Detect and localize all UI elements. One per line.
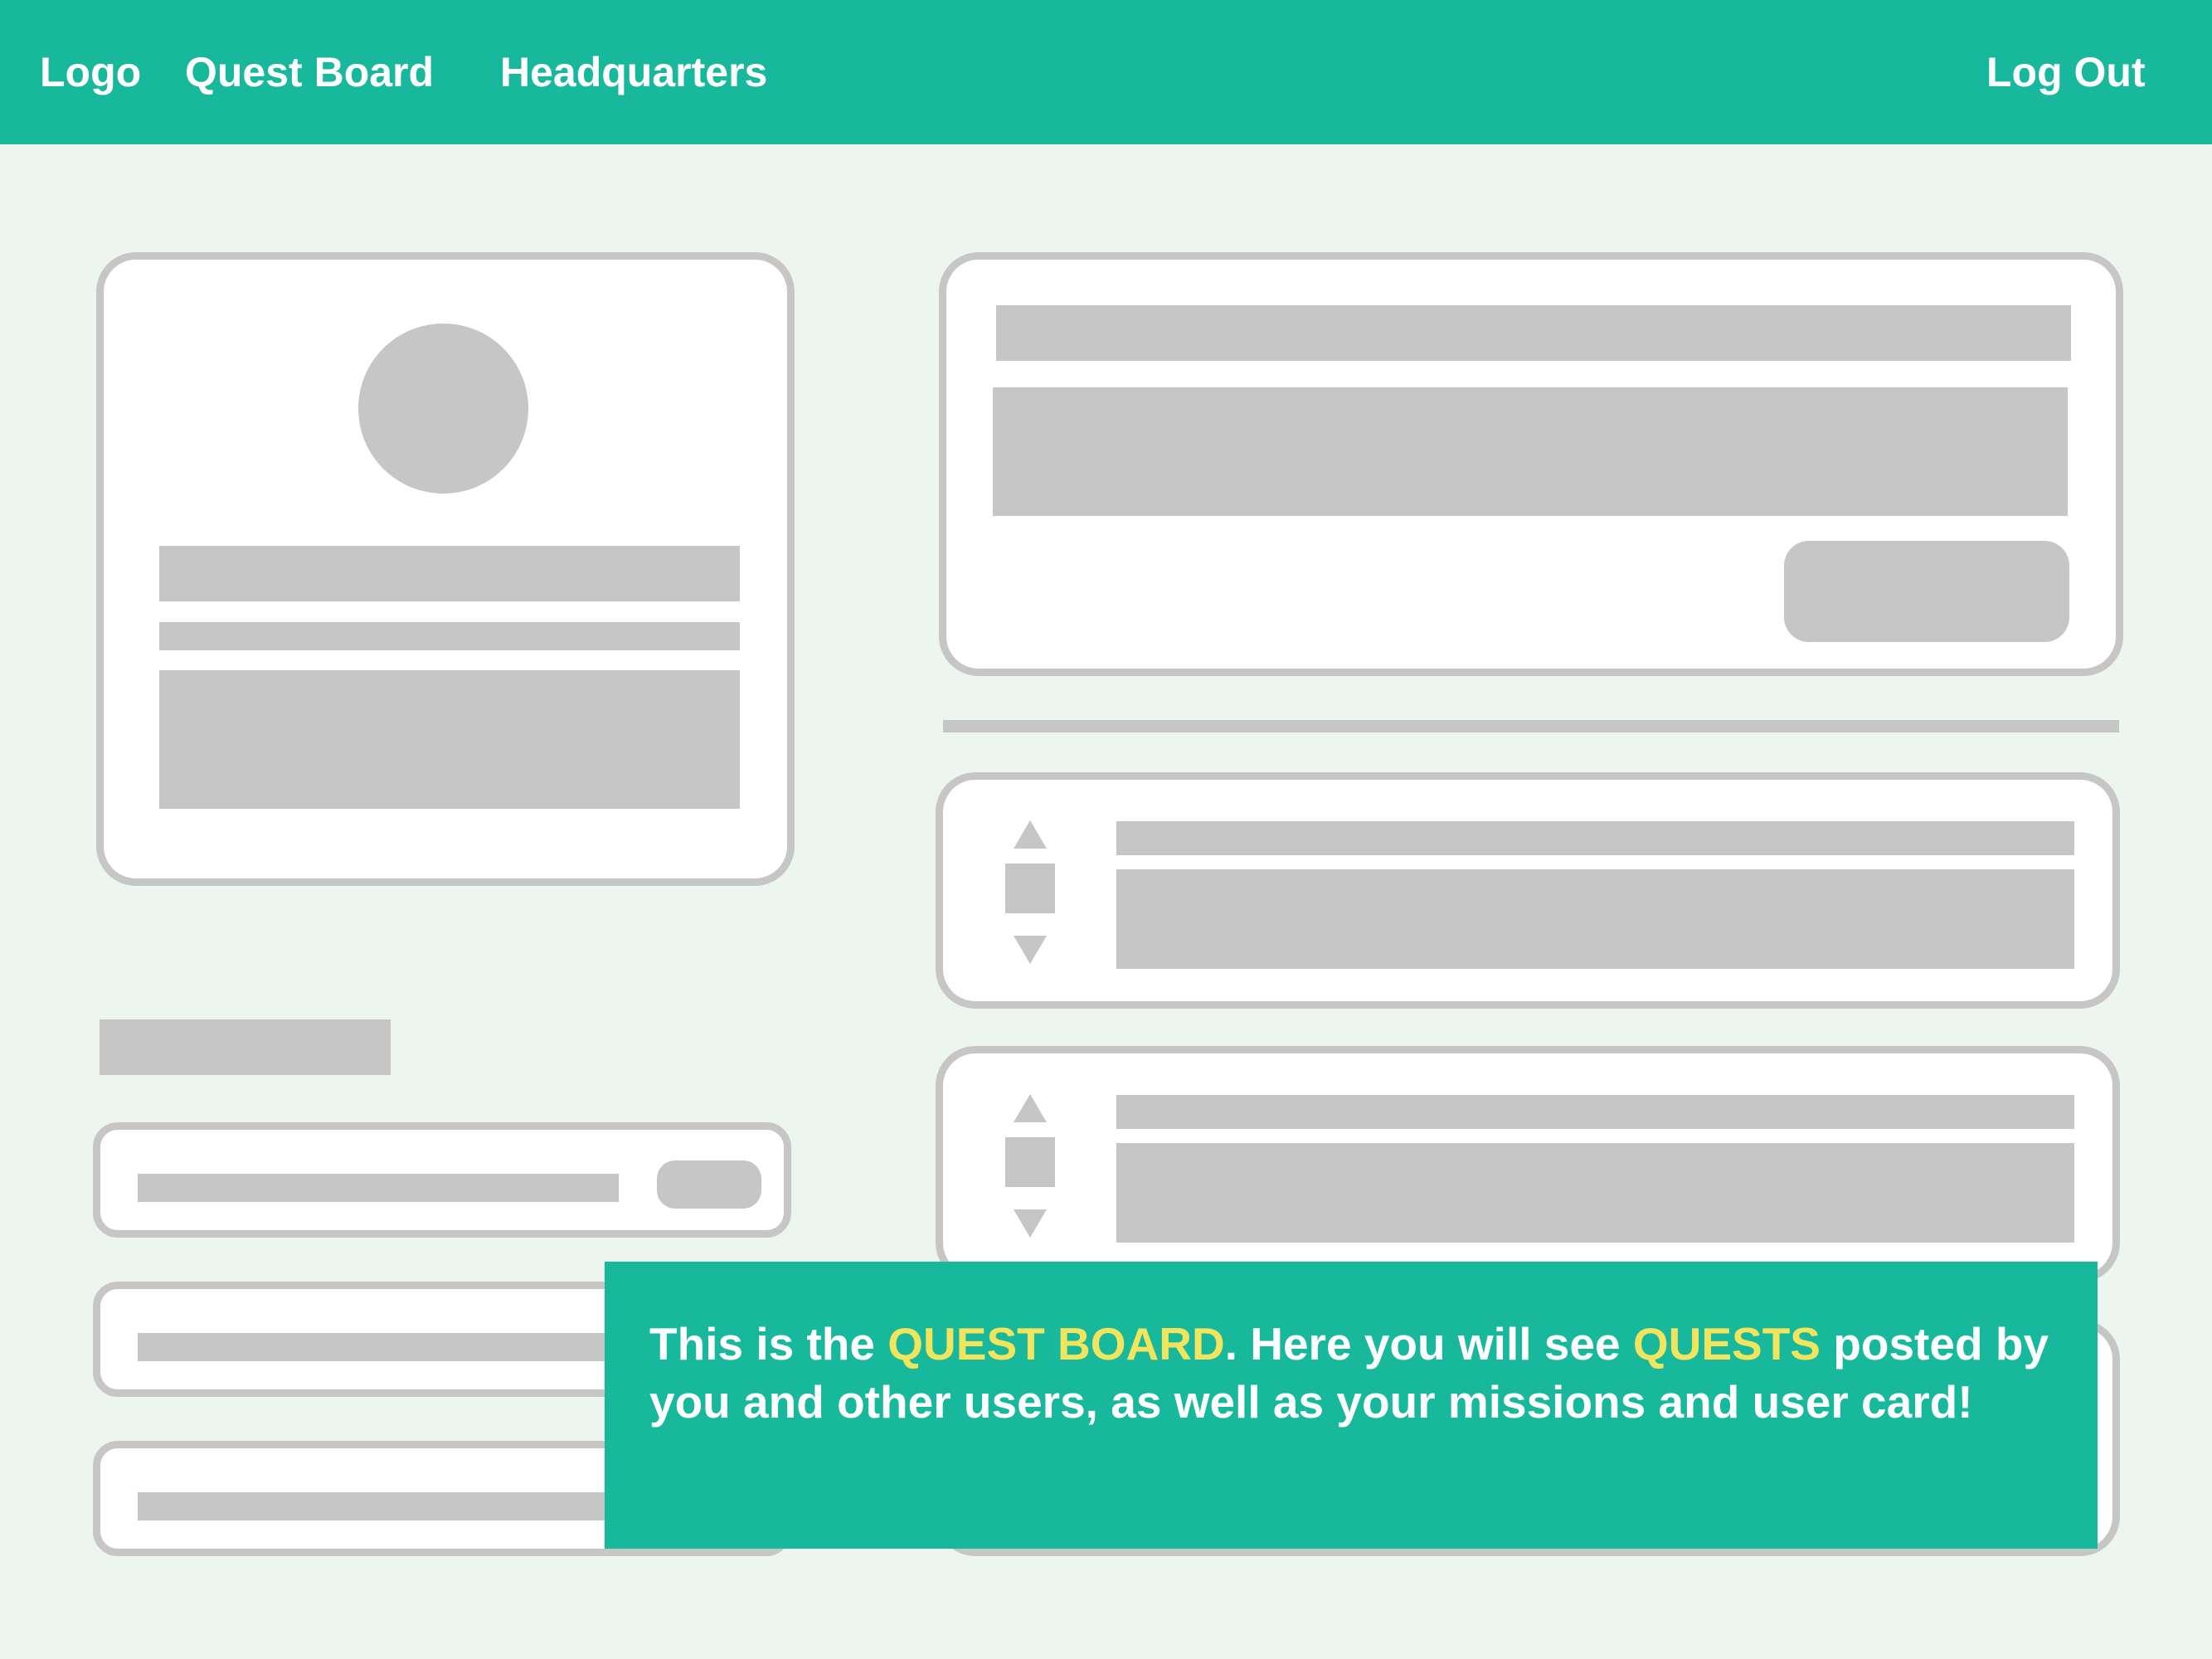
divider xyxy=(943,720,2119,732)
quest-title-input[interactable] xyxy=(996,305,2071,361)
top-nav-bar: Logo Quest Board Headquarters Log Out xyxy=(0,0,2212,144)
quest-body-placeholder xyxy=(1116,1143,2074,1243)
mission-title-placeholder xyxy=(138,1492,652,1520)
vote-count-placeholder xyxy=(1005,1137,1055,1187)
upvote-arrow-icon[interactable] xyxy=(1014,820,1047,849)
nav-quest-board[interactable]: Quest Board xyxy=(185,43,434,101)
missions-heading-placeholder xyxy=(100,1019,391,1075)
nav-logo[interactable]: Logo xyxy=(40,43,141,101)
quest-body-placeholder xyxy=(1116,869,2074,969)
avatar xyxy=(358,324,528,494)
mission-title-placeholder xyxy=(138,1333,652,1361)
mission-title-placeholder xyxy=(138,1174,619,1202)
quest-description-input[interactable] xyxy=(993,387,2068,516)
tutorial-tooltip: This is the QUEST BOARD. Here you will s… xyxy=(605,1262,2098,1549)
downvote-arrow-icon[interactable] xyxy=(1014,1209,1047,1238)
tooltip-highlight-quest-board: QUEST BOARD xyxy=(887,1318,1225,1370)
quest-post xyxy=(936,772,2120,1009)
tooltip-text: This is the QUEST BOARD. Here you will s… xyxy=(649,1318,2049,1428)
mission-item[interactable] xyxy=(93,1122,791,1238)
quest-post xyxy=(936,1046,2120,1282)
user-card xyxy=(96,252,795,886)
quest-title-placeholder xyxy=(1116,1095,2074,1129)
user-name-placeholder xyxy=(159,546,740,601)
quest-title-placeholder xyxy=(1116,821,2074,855)
downvote-arrow-icon[interactable] xyxy=(1014,936,1047,964)
tooltip-highlight-quests: QUESTS xyxy=(1632,1318,1821,1370)
nav-log-out[interactable]: Log Out xyxy=(1986,43,2146,101)
user-bio-placeholder xyxy=(159,670,740,809)
new-quest-card xyxy=(939,252,2123,676)
mission-action-button[interactable] xyxy=(657,1160,761,1209)
post-quest-button[interactable] xyxy=(1784,541,2069,642)
upvote-arrow-icon[interactable] xyxy=(1014,1094,1047,1122)
user-subtitle-placeholder xyxy=(159,622,740,650)
vote-count-placeholder xyxy=(1005,864,1055,913)
nav-headquarters[interactable]: Headquarters xyxy=(500,43,767,101)
